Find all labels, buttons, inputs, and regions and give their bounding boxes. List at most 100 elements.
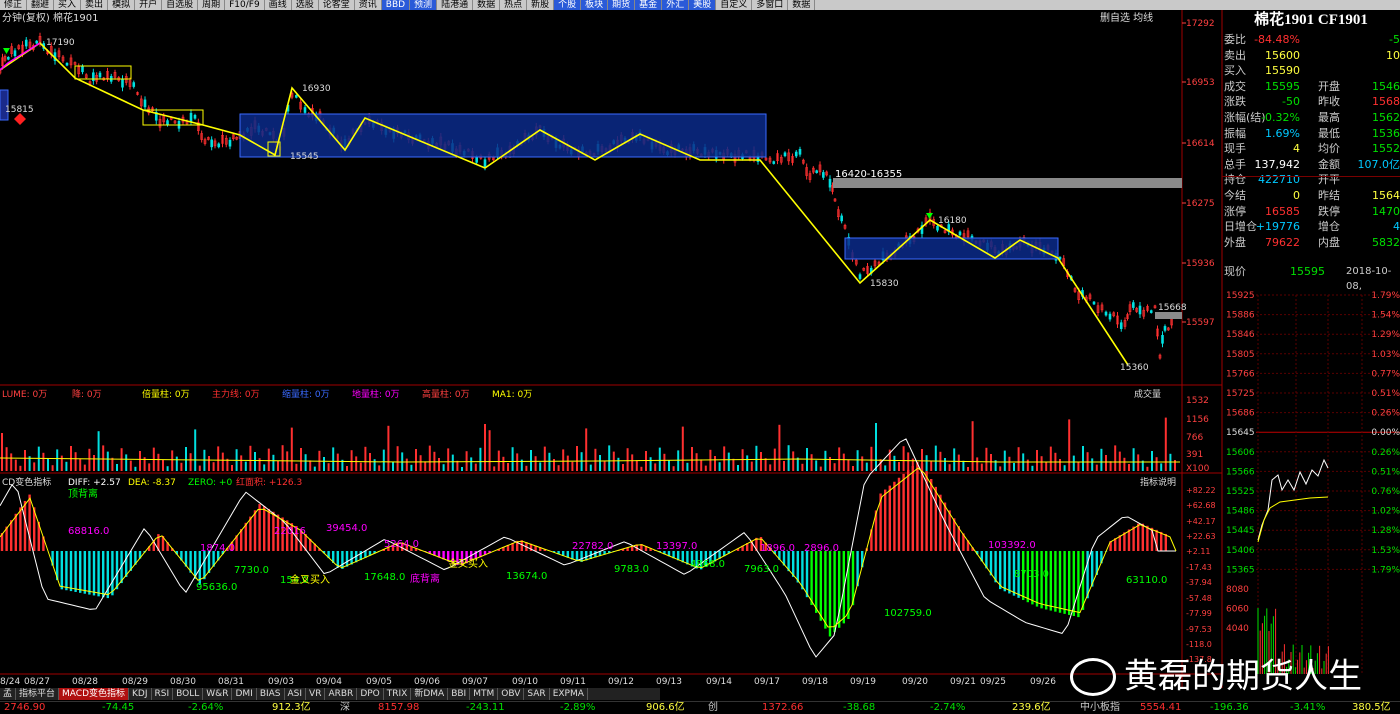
date-tick: 09/19 xyxy=(850,677,876,687)
candle-body xyxy=(795,152,797,156)
toolbar-item[interactable]: 自选股 xyxy=(162,0,198,10)
quote-value: +19776 xyxy=(1256,219,1300,234)
toolbar-item[interactable]: 板块 xyxy=(581,0,608,10)
quote-label: 昨收 xyxy=(1318,94,1340,109)
toolbar-item[interactable]: 自定义 xyxy=(716,0,752,10)
watermark-text: 黄磊的期货人生 xyxy=(1124,657,1362,697)
indicator-tab[interactable]: MACD变色指标 xyxy=(59,688,129,700)
mini-tick-left: 6060 xyxy=(1226,605,1249,615)
indicator-tab[interactable]: VR xyxy=(306,688,325,700)
indicator-tab[interactable]: W&R xyxy=(203,688,232,700)
quote-row: 成交15595开盘1546 xyxy=(1222,79,1400,94)
toolbar-item[interactable]: F10/F9 xyxy=(225,0,265,10)
candle-body xyxy=(36,41,38,43)
candle-body xyxy=(484,160,486,167)
date-tick: 09/10 xyxy=(512,677,538,687)
toolbar-item[interactable]: 修正 xyxy=(0,0,27,10)
price-tick: 15936 xyxy=(1186,259,1215,269)
toolbar-item[interactable]: 新股 xyxy=(527,0,554,10)
toolbar-item[interactable]: 论客堂 xyxy=(319,0,355,10)
indicator-tab[interactable]: MTM xyxy=(470,688,498,700)
toolbar-item[interactable]: 热点 xyxy=(500,0,527,10)
indicator-tab[interactable]: KDJ xyxy=(129,688,152,700)
candle-body xyxy=(959,232,961,235)
indicator-tab[interactable]: RSI xyxy=(152,688,174,700)
toolbar-item[interactable]: 翻避 xyxy=(27,0,54,10)
price-label: 16930 xyxy=(302,84,331,94)
ticker-value: -2.89% xyxy=(560,702,595,714)
indicator-tab[interactable]: EXPMA xyxy=(550,688,588,700)
quote-label: 总手 xyxy=(1224,157,1246,172)
toolbar-item[interactable]: 外汇 xyxy=(662,0,689,10)
mini-tick-right: 1.03% xyxy=(1371,350,1400,360)
toolbar-item[interactable]: 开户 xyxy=(135,0,162,10)
date-tick: 08/30 xyxy=(170,677,196,687)
indicator-tab[interactable]: OBV xyxy=(498,688,524,700)
volume-button: 成交量 xyxy=(1134,388,1161,400)
indicator-tab[interactable]: ASI xyxy=(285,688,307,700)
date-tick: 09/20 xyxy=(902,677,928,687)
macd-diff: DIFF: +2.57 xyxy=(68,478,121,488)
toolbar-item[interactable]: 个股 xyxy=(554,0,581,10)
toolbar-item[interactable]: 陆港通 xyxy=(437,0,473,10)
volume-legend: 主力线: 0万 xyxy=(212,388,260,400)
weibo-logo-icon xyxy=(1070,658,1116,696)
toolbar-item[interactable]: 模拟 xyxy=(108,0,135,10)
ticker-value: 8157.98 xyxy=(378,702,419,714)
toolbar-item[interactable]: 资讯 xyxy=(355,0,382,10)
mini-tick-left: 4040 xyxy=(1226,624,1249,634)
toolbar-item[interactable]: 预测 xyxy=(410,0,437,10)
mini-tick-right: 1.28% xyxy=(1371,526,1400,536)
toolbar-item[interactable]: 数据 xyxy=(788,0,815,10)
quote-value: 5832 xyxy=(1372,235,1400,250)
toolbar-item[interactable]: 美股 xyxy=(689,0,716,10)
toolbar-item[interactable]: BBD xyxy=(382,0,410,10)
toolbar-item[interactable]: 期货 xyxy=(608,0,635,10)
ticker-value: 中小板指 xyxy=(1080,702,1120,714)
quote-value: 1536 xyxy=(1372,126,1400,141)
indicator-tab[interactable]: 指标平台 xyxy=(16,688,59,700)
quote-label: 振幅 xyxy=(1224,126,1246,141)
indicator-tab[interactable]: 孟 xyxy=(0,688,16,700)
mini-tick-left: 15486 xyxy=(1226,507,1255,517)
date-tick: 08/31 xyxy=(218,677,244,687)
mini-tick-left: 15406 xyxy=(1226,546,1255,556)
macd-tick: +22.63 xyxy=(1186,532,1216,541)
macd-tick: -17.43 xyxy=(1186,563,1212,572)
quote-value: 1546 xyxy=(1372,79,1400,94)
toolbar-item[interactable]: 基金 xyxy=(635,0,662,10)
indicator-tab[interactable]: BOLL xyxy=(173,688,203,700)
indicator-tab[interactable]: BBI xyxy=(448,688,470,700)
indicator-tab[interactable]: 新DMA xyxy=(411,688,448,700)
quote-label: 成交 xyxy=(1224,79,1246,94)
mini-tick-left: 15606 xyxy=(1226,448,1255,458)
macd-tick: -37.94 xyxy=(1186,578,1212,587)
quote-row: 涨幅(结)-0.32%最高1562 xyxy=(1222,110,1400,125)
indicator-tab[interactable]: BIAS xyxy=(257,688,285,700)
indicator-tab[interactable]: SAR xyxy=(524,688,549,700)
indicator-tab[interactable]: TRIX xyxy=(384,688,412,700)
toolbar-item[interactable]: 数据 xyxy=(473,0,500,10)
toolbar-item[interactable]: 画线 xyxy=(265,0,292,10)
indicator-tab[interactable]: ARBR xyxy=(325,688,357,700)
toolbar-item[interactable]: 选股 xyxy=(292,0,319,10)
candle-body xyxy=(841,216,843,221)
ticker-value: 239.6亿 xyxy=(1012,702,1051,714)
quote-label: 委比 xyxy=(1224,32,1246,47)
macd-tick: +82.22 xyxy=(1186,486,1216,495)
candle-body xyxy=(1109,314,1111,319)
ticker-value: -3.41% xyxy=(1290,702,1325,714)
chart-area: 分钟(复权) 棉花1901删自选 均线172921695316614162751… xyxy=(0,10,1400,688)
indicator-tab[interactable]: DMI xyxy=(232,688,256,700)
now-time: 2018-10-08, xyxy=(1346,264,1400,294)
quote-label: 持仓 xyxy=(1224,172,1246,187)
indicator-tab[interactable]: DPO xyxy=(357,688,383,700)
toolbar-item[interactable]: 卖出 xyxy=(81,0,108,10)
candle-body xyxy=(784,153,786,156)
candle-body xyxy=(7,57,9,59)
toolbar-item[interactable]: 多窗口 xyxy=(752,0,788,10)
quote-panel: 棉花1901 CF1901 委比-84.48%-5卖出1560010买入1559… xyxy=(1222,10,1400,260)
toolbar-item[interactable]: 买入 xyxy=(54,0,81,10)
toolbar-item[interactable]: 周期 xyxy=(198,0,225,10)
candle-body xyxy=(1162,335,1164,343)
